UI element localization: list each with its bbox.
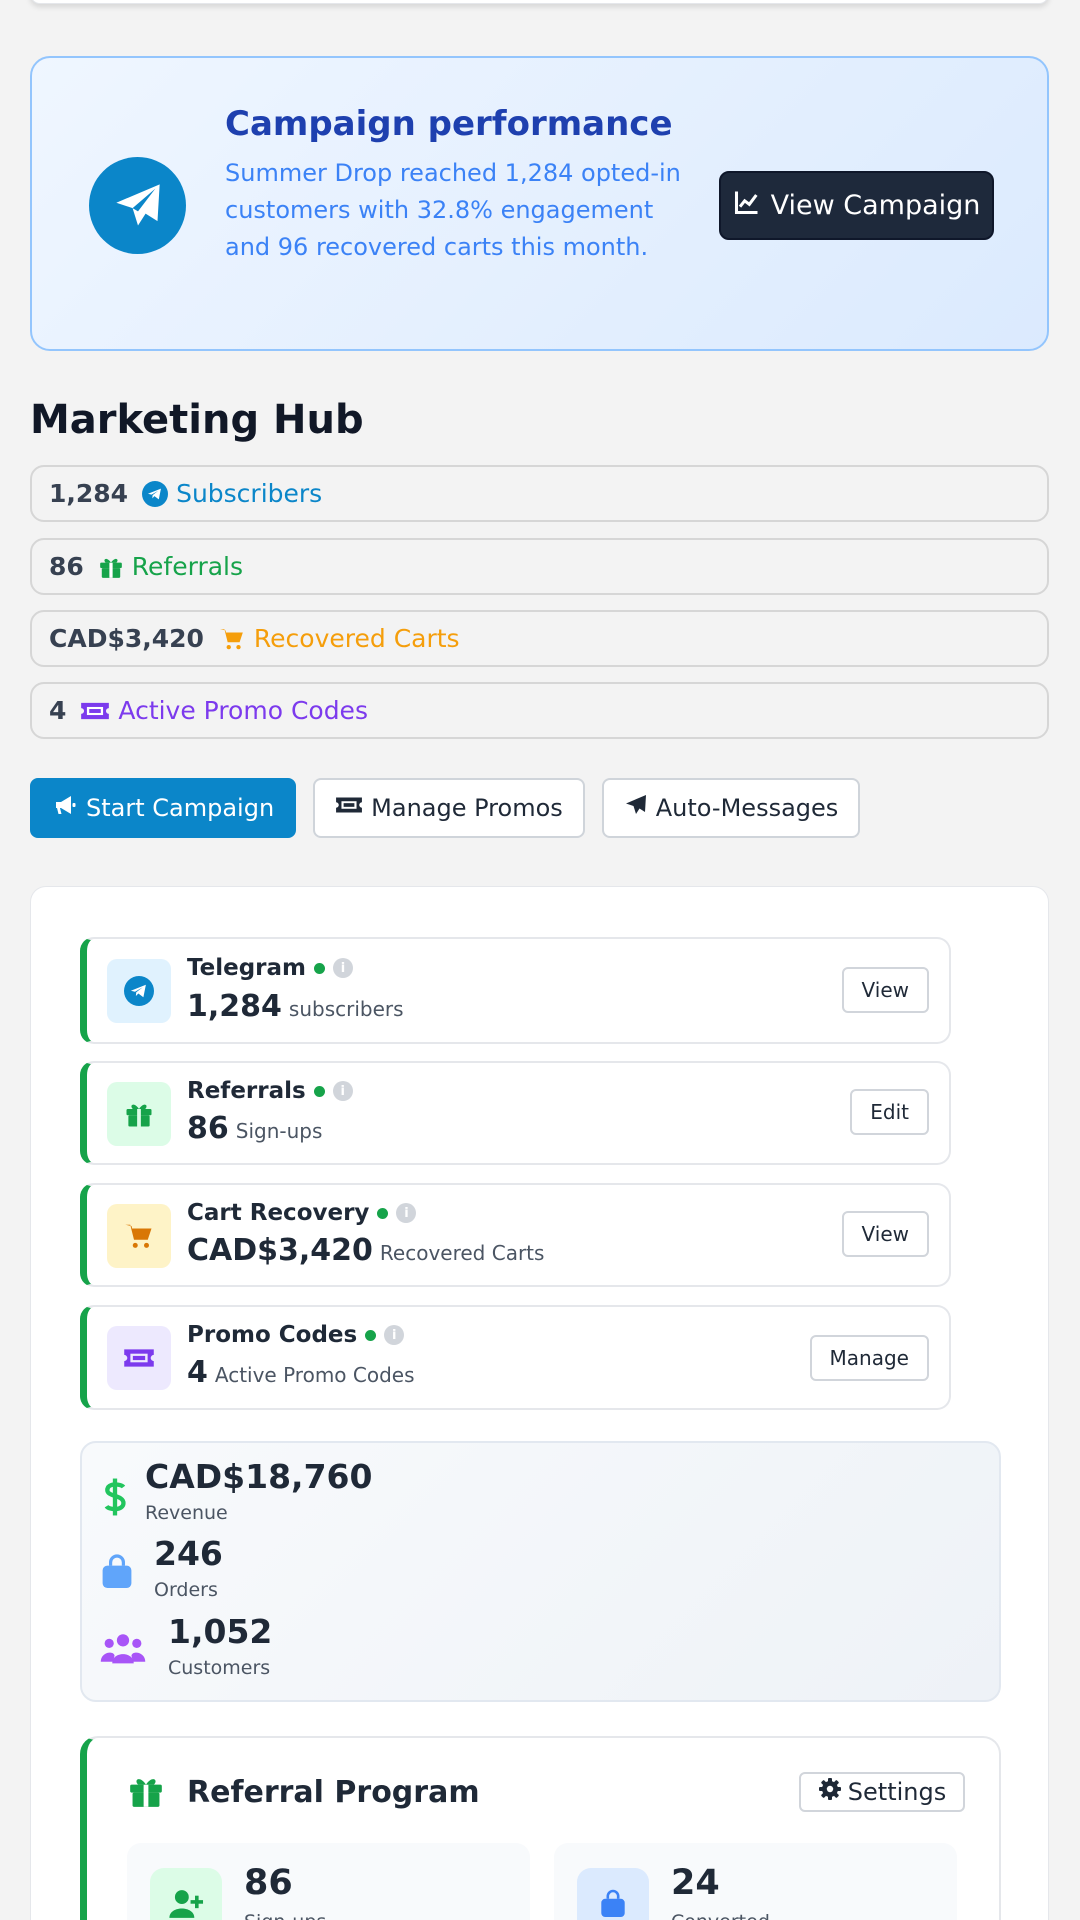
referral-stat-converted: 24 Converted — [554, 1843, 957, 1920]
users-icon — [100, 1628, 146, 1668]
edit-button[interactable]: Edit — [850, 1089, 929, 1135]
stat-value: 1,284 — [49, 479, 129, 508]
stat-recovered-carts: CAD$3,420 Recovered Carts — [30, 610, 1049, 667]
status-dot — [314, 962, 326, 974]
chart-line-icon — [733, 188, 761, 223]
gear-icon — [818, 1777, 842, 1807]
channel-value: 4 Active Promo Codes — [187, 1355, 415, 1390]
info-icon[interactable]: i — [396, 1203, 417, 1223]
paper-plane-icon — [624, 793, 648, 823]
auto-messages-button[interactable]: Auto-Messages — [601, 778, 861, 838]
status-dot — [365, 1329, 377, 1341]
shopping-bag-icon — [577, 1868, 649, 1920]
top-card-edge — [30, 0, 1049, 4]
manage-button[interactable]: Manage — [809, 1335, 929, 1381]
info-icon[interactable]: i — [333, 958, 354, 978]
ticket-icon — [80, 699, 110, 723]
gift-icon — [98, 554, 124, 580]
metric-label: Orders — [154, 1579, 218, 1601]
metrics-summary: CAD$18,760 Revenue 246 Orders 1,052 Cust… — [80, 1441, 1001, 1702]
telegram-icon — [107, 959, 171, 1023]
info-icon[interactable]: i — [384, 1325, 405, 1345]
view-button[interactable]: View — [841, 967, 929, 1013]
info-icon[interactable]: i — [332, 1081, 353, 1101]
stat-value: 86 — [49, 552, 84, 581]
channel-card-promo-codes: Promo Codes i 4 Active Promo Codes Manag… — [80, 1305, 951, 1410]
start-campaign-button[interactable]: Start Campaign — [30, 778, 297, 838]
settings-button[interactable]: Settings — [799, 1772, 965, 1812]
megaphone-icon — [52, 793, 78, 823]
status-dot — [377, 1207, 389, 1219]
stat-label: Recovered Carts — [253, 624, 460, 653]
metric-value: 1,052 — [168, 1612, 273, 1651]
view-button[interactable]: View — [841, 1211, 929, 1257]
channel-name: Promo Codes i — [187, 1322, 405, 1348]
stat-value: CAD$3,420 — [49, 624, 204, 653]
stat-value: 4 — [49, 696, 67, 725]
referral-program-title: Referral Program — [187, 1775, 480, 1810]
stat-referrals: 86 Referrals — [30, 538, 1049, 595]
channel-card-referrals: Referrals i 86 Sign-ups Edit — [80, 1061, 951, 1165]
referral-stat-value: 86 — [244, 1863, 293, 1903]
metric-value: 246 — [154, 1534, 223, 1573]
cart-icon — [107, 1204, 171, 1268]
stat-promo-codes: 4 Active Promo Codes — [30, 682, 1049, 739]
channel-name: Referrals i — [187, 1078, 353, 1104]
channel-name: Telegram i — [187, 955, 354, 981]
channel-value: 1,284 subscribers — [187, 989, 404, 1024]
view-campaign-button[interactable]: View Campaign — [719, 171, 994, 240]
metric-label: Customers — [168, 1657, 271, 1679]
view-campaign-label: View Campaign — [770, 190, 981, 221]
referral-stat-signups: 86 Sign-ups — [127, 1843, 530, 1920]
campaign-title: Campaign performance — [225, 104, 673, 144]
referral-program-card: Referral Program Settings 86 Sign-ups 24… — [80, 1736, 1001, 1920]
channel-name: Cart Recovery i — [187, 1200, 417, 1226]
gift-icon — [107, 1082, 171, 1146]
user-plus-icon — [150, 1868, 222, 1920]
paper-plane-icon — [89, 157, 186, 254]
channel-card-telegram: Telegram i 1,284 subscribers View — [80, 937, 951, 1044]
cart-icon — [218, 626, 246, 652]
campaign-performance-banner: Campaign performance Summer Drop reached… — [30, 56, 1049, 351]
stat-label: Subscribers — [176, 479, 323, 508]
action-buttons: Start Campaign Manage Promos Auto-Messag… — [30, 778, 861, 838]
gift-icon — [127, 1772, 165, 1814]
campaign-description: Summer Drop reached 1,284 opted-in custo… — [225, 159, 681, 261]
shopping-bag-icon — [100, 1553, 134, 1591]
stat-label: Referrals — [131, 552, 244, 581]
referral-stat-label: Sign-ups — [244, 1911, 326, 1920]
stat-label: Active Promo Codes — [118, 696, 368, 725]
stat-subscribers: 1,284 Subscribers — [30, 465, 1049, 522]
ticket-icon — [107, 1326, 171, 1390]
metric-label: Revenue — [145, 1502, 228, 1524]
telegram-icon — [142, 480, 169, 507]
metric-value: CAD$18,760 — [145, 1457, 373, 1496]
ticket-icon — [335, 794, 363, 822]
page-title: Marketing Hub — [30, 397, 364, 443]
channel-card-cart-recovery: Cart Recovery i CAD$3,420 Recovered Cart… — [80, 1183, 951, 1287]
status-dot — [313, 1085, 325, 1097]
dollar-icon — [100, 1475, 130, 1519]
referral-stat-value: 24 — [671, 1863, 720, 1903]
manage-promos-button[interactable]: Manage Promos — [313, 778, 585, 838]
referral-stat-label: Converted — [671, 1911, 770, 1920]
channel-value: 86 Sign-ups — [187, 1111, 323, 1146]
channel-value: CAD$3,420 Recovered Carts — [187, 1233, 545, 1268]
channels-panel: Telegram i 1,284 subscribers View Referr… — [30, 886, 1049, 1920]
